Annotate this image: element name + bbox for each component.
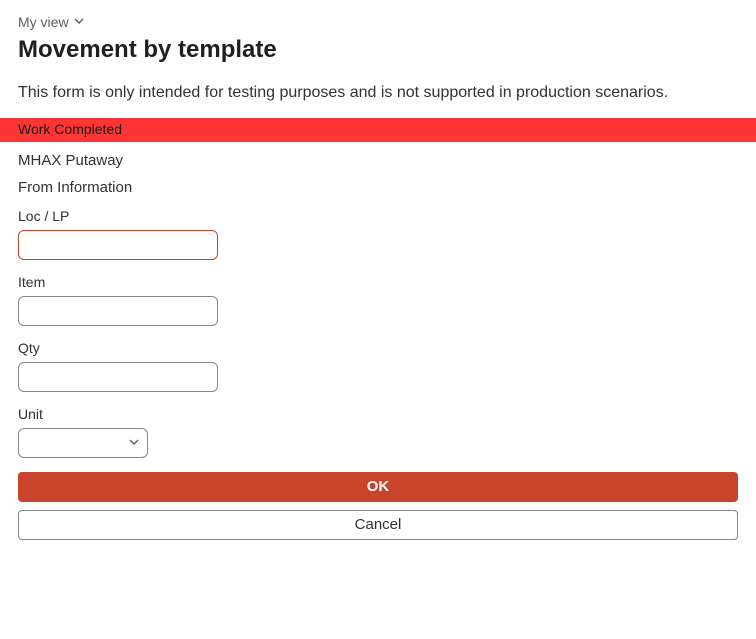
view-selector-label: My view (18, 14, 69, 30)
page-title: Movement by template (18, 36, 738, 64)
item-label: Item (18, 274, 738, 290)
work-completed-banner: Work Completed (0, 118, 756, 142)
unit-label: Unit (18, 406, 738, 422)
task-type-label: MHAX Putaway (18, 152, 738, 169)
banner-text: Work Completed (18, 121, 122, 137)
item-input[interactable] (18, 296, 218, 326)
unit-select[interactable] (18, 428, 148, 458)
loc-lp-input[interactable] (18, 230, 218, 260)
loc-lp-label: Loc / LP (18, 208, 738, 224)
section-label: From Information (18, 179, 738, 196)
chevron-down-icon (73, 14, 85, 30)
disclaimer-text: This form is only intended for testing p… (18, 82, 718, 104)
qty-input[interactable] (18, 362, 218, 392)
qty-label: Qty (18, 340, 738, 356)
ok-button[interactable]: OK (18, 472, 738, 502)
view-selector[interactable]: My view (18, 14, 85, 30)
cancel-button[interactable]: Cancel (18, 510, 738, 540)
